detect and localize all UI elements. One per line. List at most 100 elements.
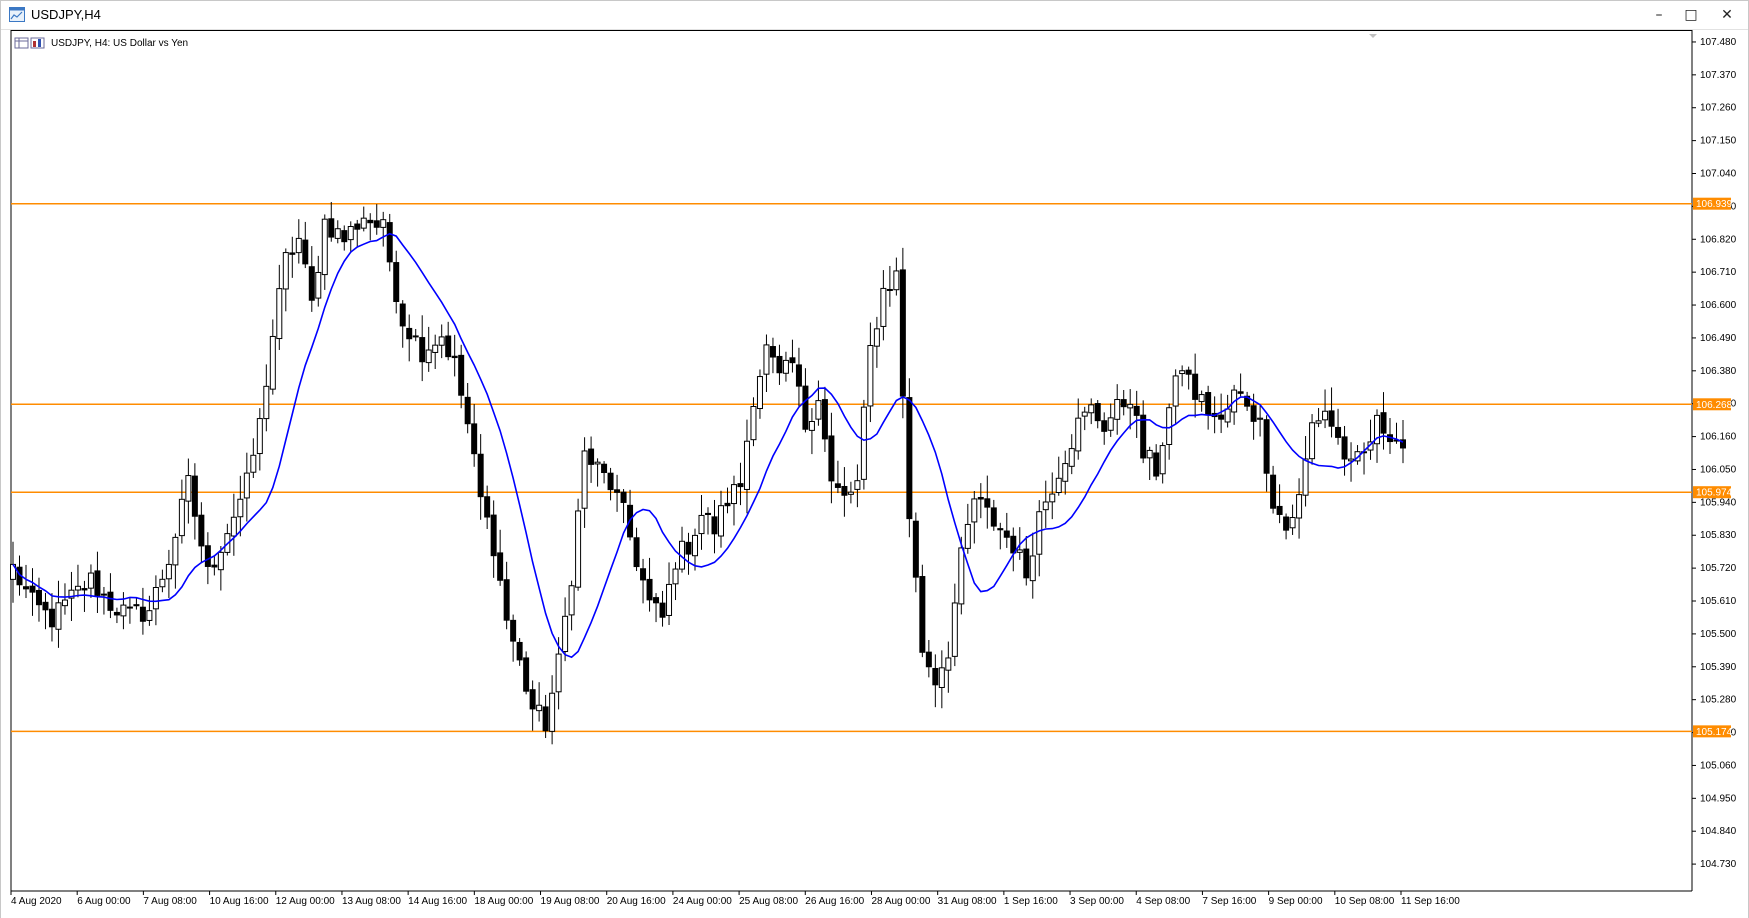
candle-body-bull	[126, 606, 133, 609]
level-price-label: 105.174	[1696, 727, 1733, 738]
candle-body-bear	[1205, 392, 1212, 416]
level-price-label: 106.939	[1696, 199, 1733, 210]
candle-body-bear	[399, 303, 406, 327]
y-tick-label: 105.060	[1700, 760, 1737, 771]
x-tick-label: 10 Sep 08:00	[1335, 896, 1395, 907]
x-tick-label: 10 Aug 16:00	[210, 896, 269, 907]
candle-body-bear	[906, 397, 913, 520]
y-tick-label: 105.390	[1700, 662, 1737, 673]
y-tick-label: 106.160	[1700, 432, 1737, 443]
candle-body-bear	[925, 651, 932, 668]
y-tick-label: 106.820	[1700, 234, 1737, 245]
x-tick-label: 11 Sep 16:00	[1401, 896, 1460, 907]
y-tick-label: 106.710	[1700, 267, 1737, 278]
candle-body-bear	[1276, 505, 1283, 515]
candle-body-bull	[1114, 399, 1121, 420]
candle-body-bull	[438, 336, 445, 346]
candle-body-bull	[951, 602, 958, 657]
candle-body-bear	[841, 485, 848, 496]
candle-body-bear	[828, 435, 835, 482]
candle-body-bear	[198, 514, 205, 547]
candle-body-bull	[269, 335, 276, 390]
candle-body-bull	[55, 602, 62, 630]
candle-body-bear	[302, 239, 309, 265]
candle-body-bear	[48, 608, 55, 628]
candle-body-bear	[1153, 452, 1160, 477]
x-tick-label: 6 Aug 00:00	[77, 896, 131, 907]
y-tick-label: 105.500	[1700, 629, 1737, 640]
candle-body-bear	[81, 588, 88, 591]
title-bar[interactable]: USDJPY,H4 – □ ✕	[1, 1, 1748, 30]
chart-app-icon	[9, 7, 25, 22]
candle-body-bull	[1127, 403, 1134, 409]
x-tick-label: 12 Aug 00:00	[276, 896, 335, 907]
candle-body-bear	[133, 604, 140, 607]
candle-body-bear	[685, 541, 692, 555]
y-tick-label: 105.830	[1700, 530, 1737, 541]
candle-body-bear	[769, 346, 776, 358]
candle-body-bear	[464, 396, 471, 425]
candle-body-bull	[1042, 501, 1049, 511]
candle-body-bull	[165, 563, 172, 580]
candle-body-bear	[35, 589, 42, 606]
x-tick-label: 26 Aug 16:00	[805, 896, 864, 907]
candle-body-bear	[1120, 399, 1127, 408]
candle-body-bear	[29, 585, 36, 593]
candle-body-bear	[705, 512, 711, 516]
y-tick-label: 104.950	[1700, 793, 1737, 804]
candle-body-bull	[945, 657, 952, 671]
y-tick-label: 107.370	[1700, 70, 1737, 81]
candle-body-bull	[867, 345, 874, 407]
candle-body-bull	[854, 480, 861, 490]
candle-body-bear	[386, 222, 393, 263]
candle-body-bull	[763, 344, 770, 375]
candle-body-bear	[1094, 403, 1101, 422]
y-tick-label: 104.730	[1700, 859, 1737, 870]
candle-body-bull	[1068, 448, 1075, 467]
candle-body-bull	[1224, 408, 1231, 423]
candle-body-bear	[542, 706, 549, 732]
candle-body-bear	[139, 606, 146, 622]
candle-body-bear	[724, 502, 731, 507]
candle-body-bull	[750, 405, 757, 441]
x-tick-label: 28 Aug 00:00	[871, 896, 930, 907]
candle-body-bear	[1101, 420, 1108, 432]
candle-body-bull	[295, 237, 302, 254]
candle-body-bear	[393, 262, 400, 303]
candle-body-bull	[1075, 417, 1082, 452]
close-button[interactable]: ✕	[1705, 1, 1749, 29]
candle-body-bear	[659, 602, 666, 618]
candle-body-bear	[204, 545, 211, 567]
candle-body-bear	[1192, 373, 1199, 400]
candle-body-bull	[562, 615, 569, 653]
candle-body-bear	[42, 601, 49, 611]
x-tick-label: 9 Sep 00:00	[1269, 896, 1323, 907]
candle-body-bull	[815, 400, 822, 420]
candle-body-bear	[367, 219, 374, 224]
candle-body-bull	[873, 328, 880, 347]
candle-body-bull	[536, 704, 543, 712]
candle-body-bear	[22, 586, 29, 590]
candle-body-bull	[74, 585, 81, 591]
candle-body-bear	[529, 689, 536, 710]
candle-body-bull	[243, 472, 250, 499]
candle-body-bear	[458, 354, 465, 396]
candle-body-bear	[601, 463, 608, 474]
candle-body-bull	[185, 475, 192, 502]
x-tick-label: 19 Aug 08:00	[541, 896, 600, 907]
candle-body-bull	[672, 568, 679, 585]
candle-body-bull	[692, 534, 699, 557]
candle-body-bull	[178, 498, 185, 537]
candle-body-bear	[1185, 369, 1192, 375]
candle-body-bull	[860, 406, 867, 480]
candle-body-bear	[490, 514, 497, 557]
price-chart[interactable]: USDJPY, H4: US Dollar vs Yen 107.480 107.…	[1, 30, 1748, 918]
candle-body-bear	[607, 472, 614, 491]
candle-body-bear	[919, 576, 926, 653]
level-price-label: 106.268	[1696, 400, 1733, 411]
candle-body-bull	[1315, 420, 1322, 424]
candle-body-bull	[1016, 549, 1023, 553]
candle-body-bull	[1179, 370, 1186, 375]
candle-body-bear	[1263, 419, 1270, 474]
bar-chart-icon	[30, 37, 45, 49]
